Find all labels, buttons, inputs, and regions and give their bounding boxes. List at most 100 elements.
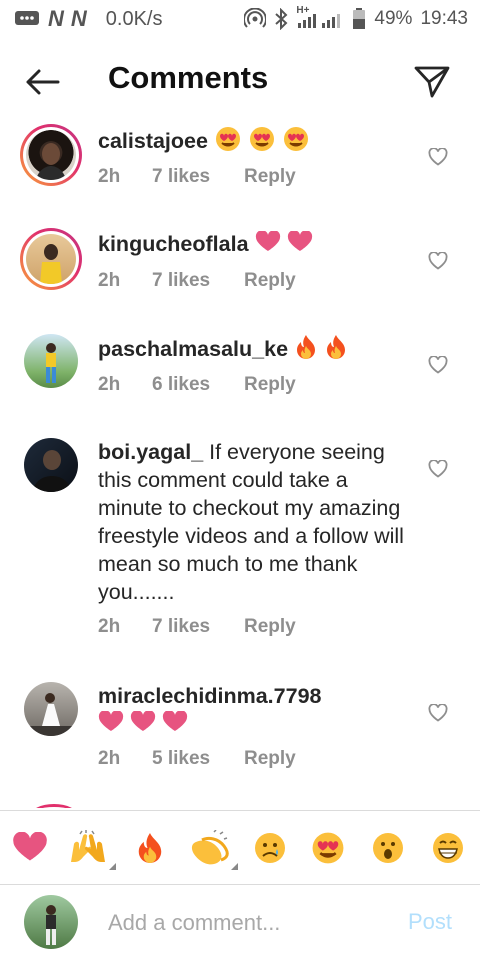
emoji-grinning-face-button[interactable] xyxy=(426,826,470,870)
avatar[interactable] xyxy=(24,334,78,388)
comment-username[interactable]: paschalmasalu_ke xyxy=(98,337,288,361)
comment-username[interactable]: miraclechidinma.7798 xyxy=(98,684,321,708)
emoji-heart-eyes-button[interactable] xyxy=(306,826,350,870)
reply-button[interactable]: Reply xyxy=(244,748,296,770)
comment-input[interactable] xyxy=(108,907,378,939)
comment-body: kingucheoflala xyxy=(98,229,408,260)
comment-body: miraclechidinma.7798 xyxy=(98,682,408,740)
like-button[interactable] xyxy=(426,250,450,272)
pink-heart-icon xyxy=(98,709,124,740)
like-button[interactable] xyxy=(426,702,450,724)
heart-icon xyxy=(13,832,47,861)
comment-likes[interactable]: 7 likes xyxy=(152,616,244,638)
comment-meta: 2h 5 likes Reply xyxy=(98,748,296,770)
heart-outline-icon xyxy=(428,252,448,270)
emoji-fire-button[interactable] xyxy=(128,826,172,870)
like-button[interactable] xyxy=(426,146,450,168)
comment-time: 2h xyxy=(98,270,121,291)
comment-meta: 2h 6 likes Reply xyxy=(98,374,296,396)
comment-body: boi.yagal_ If everyone seeing this comme… xyxy=(98,438,408,606)
divider xyxy=(0,810,480,811)
comment-meta: 2h 7 likes Reply xyxy=(98,166,296,188)
avatar[interactable] xyxy=(20,228,82,290)
comment-username[interactable]: boi.yagal_ xyxy=(98,440,203,464)
current-user-avatar xyxy=(24,895,78,949)
comment-time: 2h xyxy=(98,374,121,395)
reply-button[interactable]: Reply xyxy=(244,616,296,638)
heart-eyes-icon xyxy=(248,126,276,159)
comments-list[interactable]: calistajoee 2h 7 likes Reply kingucheofl… xyxy=(0,118,480,808)
comment-text: If everyone seeing this comment could ta… xyxy=(98,440,404,604)
signal-icon: H+ xyxy=(296,5,344,29)
comment-time: 2h xyxy=(98,748,121,769)
comment-body: calistajoee xyxy=(98,126,408,159)
carrier-mark: N xyxy=(48,6,64,31)
avatar[interactable] xyxy=(24,682,78,736)
reply-button[interactable]: Reply xyxy=(244,270,296,292)
header: Comments xyxy=(0,42,480,120)
heart-outline-icon xyxy=(428,148,448,166)
emoji-surprised-face-button[interactable] xyxy=(366,826,410,870)
share-button[interactable] xyxy=(410,60,454,104)
comment-item: miraclechidinma.7798 2h 5 likes Reply xyxy=(0,678,480,808)
pink-heart-icon xyxy=(287,229,313,260)
battery-icon xyxy=(352,8,366,30)
heart-outline-icon xyxy=(428,704,448,722)
comment-username[interactable]: calistajoee xyxy=(98,129,208,153)
heart-eyes-icon xyxy=(214,126,242,159)
comment-item: paschalmasalu_ke 2h 6 likes Reply xyxy=(0,330,480,430)
comment-composer: Post xyxy=(0,885,480,960)
heart-eyes-icon xyxy=(282,126,310,159)
comment-likes[interactable]: 7 likes xyxy=(152,166,244,188)
emoji-quick-bar xyxy=(0,812,480,884)
battery-percent: 49% xyxy=(374,8,413,29)
bluetooth-icon xyxy=(274,8,288,30)
emoji-heart-button[interactable] xyxy=(8,826,52,870)
raising-hands-icon xyxy=(71,830,105,862)
network-speed: 0.0K/s xyxy=(105,7,163,30)
hotspot-icon xyxy=(244,8,267,30)
page-title: Comments xyxy=(108,60,269,95)
pink-heart-icon xyxy=(162,709,188,740)
status-bar: N N 0.0K/s H+ 49% 19:43 xyxy=(0,0,480,38)
heart-outline-icon xyxy=(428,460,448,478)
sad-face-icon xyxy=(255,833,285,863)
comment-meta: 2h 7 likes Reply xyxy=(98,270,296,292)
clock: 19:43 xyxy=(420,8,468,29)
post-button[interactable]: Post xyxy=(408,909,452,935)
comment-likes[interactable]: 7 likes xyxy=(152,270,244,292)
emoji-clapping-hands-button[interactable] xyxy=(188,826,238,870)
fire-icon xyxy=(324,334,348,367)
comment-time: 2h xyxy=(98,616,121,637)
emoji-raising-hands-button[interactable] xyxy=(66,826,116,870)
back-button[interactable] xyxy=(22,62,62,102)
arrow-left-icon xyxy=(26,69,60,95)
fire-icon xyxy=(138,833,162,863)
paper-plane-icon xyxy=(414,66,450,98)
reply-button[interactable]: Reply xyxy=(244,166,296,188)
comment-meta: 2h 7 likes Reply xyxy=(98,616,296,638)
fire-icon xyxy=(294,334,318,367)
grinning-face-icon xyxy=(433,833,463,863)
reply-button[interactable]: Reply xyxy=(244,374,296,396)
pink-heart-icon xyxy=(130,709,156,740)
avatar[interactable] xyxy=(24,438,78,492)
carrier-mark: N xyxy=(70,6,87,31)
like-button[interactable] xyxy=(426,458,450,480)
surprised-face-icon xyxy=(373,833,403,863)
like-button[interactable] xyxy=(426,354,450,376)
pink-heart-icon xyxy=(255,229,281,260)
comment-time: 2h xyxy=(98,166,121,187)
message-icon xyxy=(14,10,40,28)
avatar[interactable] xyxy=(20,124,82,186)
comment-item: boi.yagal_ If everyone seeing this comme… xyxy=(0,434,480,674)
emoji-sad-face-button[interactable] xyxy=(248,826,292,870)
comment-likes[interactable]: 5 likes xyxy=(152,748,244,770)
comment-likes[interactable]: 6 likes xyxy=(152,374,244,396)
comment-username[interactable]: kingucheoflala xyxy=(98,232,249,256)
heart-outline-icon xyxy=(428,356,448,374)
comment-item: kingucheoflala 2h 7 likes Reply xyxy=(0,226,480,326)
heart-eyes-icon xyxy=(312,832,344,864)
network-type: H+ xyxy=(296,5,310,16)
comment-body: paschalmasalu_ke xyxy=(98,334,408,367)
